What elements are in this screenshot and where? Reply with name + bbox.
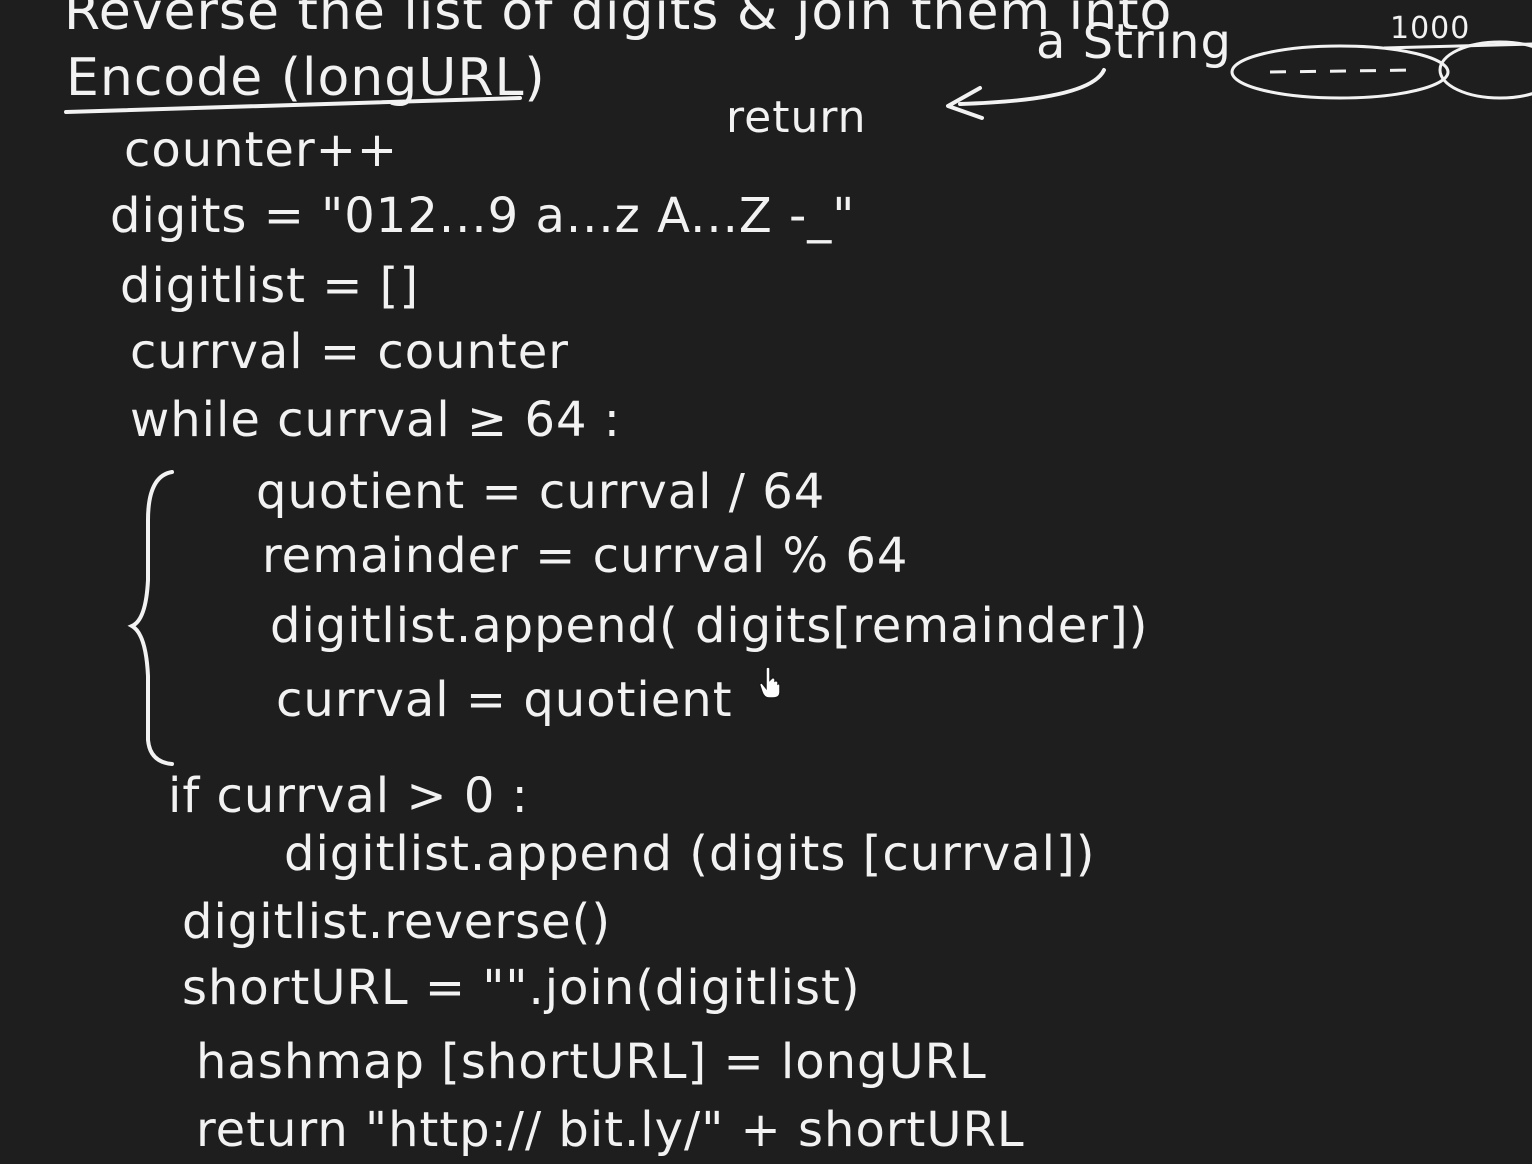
curly-brace-icon — [127, 470, 174, 766]
title-underline — [64, 96, 522, 114]
underline-stroke — [1383, 42, 1532, 50]
whiteboard-canvas: Reverse the list of digits & join them i… — [0, 0, 1532, 1164]
dashed-line — [1269, 68, 1421, 74]
hand-pointer-icon — [759, 666, 781, 699]
oval-shape — [1438, 40, 1532, 100]
ink-strokes — [64, 40, 1532, 766]
